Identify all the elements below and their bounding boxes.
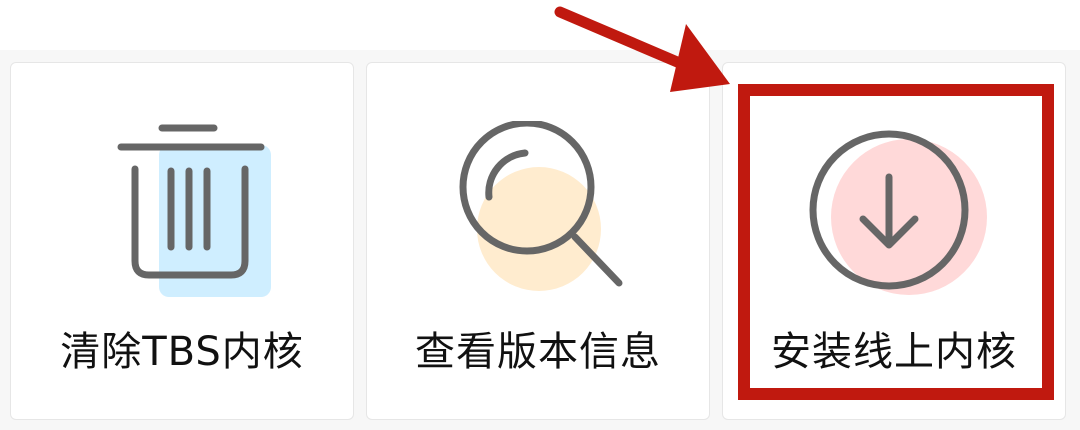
clear-tbs-kernel-label: 清除TBS内核: [60, 329, 304, 375]
magnifier-icon: [459, 121, 623, 291]
clear-tbs-kernel-button[interactable]: 清除TBS内核: [10, 62, 354, 420]
view-version-info-label: 查看版本信息: [415, 329, 661, 375]
annotation-arrow-icon: [554, 6, 730, 92]
view-version-info-button[interactable]: 查看版本信息: [366, 62, 710, 420]
trash-icon: [117, 124, 271, 297]
highlight-box: [738, 84, 1054, 400]
